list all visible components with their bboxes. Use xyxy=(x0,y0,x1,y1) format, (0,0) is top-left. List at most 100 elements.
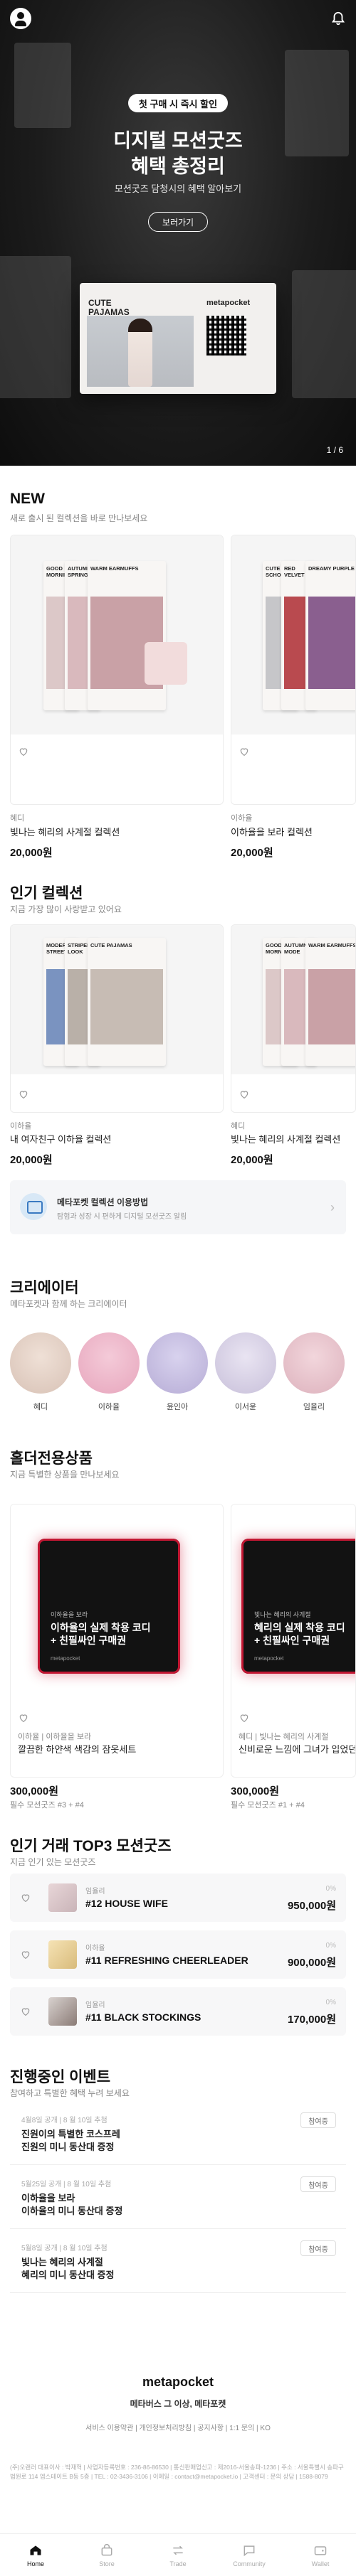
guide-title: 메타포켓 컬렉션 이용방법 xyxy=(57,1197,149,1207)
item-title[interactable]: 빛나는 혜리의 사계절 컬렉션 xyxy=(231,1132,340,1145)
item-creator: 이하율 xyxy=(10,1122,32,1131)
top3-price: 170,000원 xyxy=(287,2014,336,2026)
creator-name: 임율리 xyxy=(303,1403,325,1411)
tab-wallet[interactable]: Wallet xyxy=(292,2543,349,2567)
top3-row[interactable]: 임율리 #12 HOUSE WIFE 0% 950,000원 xyxy=(10,1874,346,1922)
heart-icon[interactable] xyxy=(239,746,250,757)
event-status-badge: 참여중 xyxy=(300,2112,336,2128)
item-price: 20,000원 xyxy=(231,847,273,859)
top3-creator: 임율리 xyxy=(85,2002,105,2009)
creator-avatar xyxy=(283,1332,345,1394)
event-date: 4월8일 공개 | 8 월 10일 추첨 xyxy=(21,2117,108,2125)
creator-item[interactable]: 이하율 xyxy=(78,1332,140,1412)
item-creator: 혜디 xyxy=(231,1122,246,1131)
creator-item[interactable]: 이서윤 xyxy=(215,1332,276,1412)
usage-guide-banner[interactable]: 메타포켓 컬렉션 이용방법 탐험과 성장 시 편하게 디지털 모션굿즈 알림 › xyxy=(10,1180,346,1234)
footer: metapocket 메타버스 그 이상, 메타포켓 서비스 이용약관 | 개인… xyxy=(0,2346,356,2524)
item-price: 20,000원 xyxy=(231,1154,273,1166)
creator-avatar xyxy=(147,1332,208,1394)
section-subtitle-popular: 지금 가장 많이 사랑받고 있어요 xyxy=(10,904,122,914)
tab-community[interactable]: Community xyxy=(221,2543,278,2567)
event-date: 5월25일 공개 | 8 월 10일 추첨 xyxy=(21,2181,112,2188)
section-title-events: 진행중인 이벤트 xyxy=(10,2069,111,2085)
top3-change: 0% xyxy=(325,1885,336,1893)
creator-name: 이서윤 xyxy=(234,1403,257,1411)
top3-price: 900,000원 xyxy=(287,1957,336,1969)
section-title-top3: 인기 거래 TOP3 모션굿즈 xyxy=(10,1838,172,1854)
event-title: 진원이의 특별한 코스프레 진원의 미니 동산대 증정 xyxy=(21,2129,120,2152)
collection-card-image: CUTE SCHOOL RED VELVET DREAMY PURPLE xyxy=(231,535,355,734)
hero-bg-card xyxy=(292,270,356,398)
creator-name: 이하율 xyxy=(98,1403,120,1411)
section-subtitle-events: 참여하고 특별한 혜택 누려 보세요 xyxy=(10,2088,130,2098)
guide-icon xyxy=(20,1193,47,1220)
section-subtitle-top3: 지금 인기 있는 모션굿즈 xyxy=(10,1857,96,1867)
hero-pager: 1 / 6 xyxy=(326,445,343,455)
goods-card[interactable]: 이하율을 보라 이하율의 실제 착용 코디 + 친필싸인 구매권 metapock… xyxy=(10,1504,224,1778)
event-row[interactable]: 5월8일 공개 | 8 월 10일 추첨 빛나는 혜리의 사계절 혜리의 미니 동… xyxy=(10,2236,346,2293)
item-creator: 이하율 | 이하율을 보라 xyxy=(18,1733,92,1741)
top3-creator: 임율리 xyxy=(85,1888,105,1896)
heart-icon[interactable] xyxy=(18,1712,29,1723)
top3-name: #11 BLACK STOCKINGS xyxy=(85,2011,201,2023)
footer-links[interactable]: 서비스 이용약관 | 개인정보처리방침 | 공지사항 | 1:1 문의 | KO xyxy=(0,2422,356,2432)
trade-icon xyxy=(171,2543,185,2558)
top3-row[interactable]: 임율리 #11 BLACK STOCKINGS 0% 170,000원 xyxy=(10,1987,346,2036)
tab-store[interactable]: Store xyxy=(78,2543,135,2567)
goods-banner: 이하율을 보라 이하율의 실제 착용 코디 + 친필싸인 구매권 metapock… xyxy=(38,1539,180,1674)
collection-card[interactable]: CUTE SCHOOL RED VELVET DREAMY PURPLE xyxy=(231,535,356,805)
creator-item[interactable]: 임율리 xyxy=(283,1332,345,1412)
profile-icon[interactable] xyxy=(10,8,31,29)
item-creator: 이하율 xyxy=(231,814,253,823)
top3-row[interactable]: 이하율 #11 REFRESHING CHEERLEADER 0% 900,00… xyxy=(10,1930,346,1979)
heart-icon[interactable] xyxy=(20,1892,31,1903)
qr-code-icon xyxy=(206,316,246,356)
tab-trade[interactable]: Trade xyxy=(150,2543,206,2567)
heart-icon[interactable] xyxy=(20,1949,31,1960)
heart-icon[interactable] xyxy=(18,746,29,757)
footer-company-info: (주)오랜러 대표이사 : 박재혁 | 사업자등록번호 : 236-86-865… xyxy=(10,2464,344,2480)
mini-card: CUTE PAJAMAS xyxy=(88,938,166,1066)
hero-title-line: 디지털 모션굿즈 xyxy=(113,130,243,151)
ticket-photo xyxy=(87,316,194,387)
creator-name: 윤인아 xyxy=(166,1403,189,1411)
hero-cta-button[interactable]: 보러가기 xyxy=(148,212,208,232)
creator-avatar xyxy=(215,1332,276,1394)
heart-icon[interactable] xyxy=(239,1712,250,1723)
store-icon xyxy=(100,2543,114,2558)
tab-home[interactable]: Home xyxy=(7,2543,64,2567)
item-creator: 혜디 xyxy=(10,814,25,823)
ticket-brand: metapocket xyxy=(206,299,251,307)
collection-card[interactable]: GOOD MORNING AUTUMN SPRING WARM EARMUFFS xyxy=(10,535,224,805)
item-price: 20,000원 xyxy=(10,1154,53,1166)
hero-title: 디지털 모션굿즈 혜택 총정리 xyxy=(0,128,356,179)
item-title[interactable]: 내 여자친구 이하율 컬렉션 xyxy=(10,1132,111,1145)
goods-card[interactable]: 빛나는 혜리의 사계절 혜리의 실제 착용 코디 + 친필싸인 구매권 metap… xyxy=(231,1504,356,1778)
heart-icon[interactable] xyxy=(18,1089,29,1100)
section-title-goods: 홀더전용상품 xyxy=(10,1450,93,1467)
item-price: 20,000원 xyxy=(10,847,53,859)
creator-item[interactable]: 혜디 xyxy=(10,1332,71,1412)
goods-banner: 빛나는 혜리의 사계절 혜리의 실제 착용 코디 + 친필싸인 구매권 metap… xyxy=(241,1539,355,1674)
section-subtitle-creators: 메타포켓과 함께 하는 크리에이터 xyxy=(10,1299,127,1309)
top3-change: 0% xyxy=(325,1999,336,2006)
event-row[interactable]: 4월8일 공개 | 8 월 10일 추첨 진원이의 특별한 코스프레 진원의 미니… xyxy=(10,2108,346,2165)
footer-tagline: 메타버스 그 이상, 메타포켓 xyxy=(130,2399,226,2409)
heart-icon[interactable] xyxy=(239,1089,250,1100)
event-status-badge: 참여중 xyxy=(300,2240,336,2256)
event-status-badge: 참여중 xyxy=(300,2176,336,2192)
creator-item[interactable]: 윤인아 xyxy=(147,1332,208,1412)
creator-avatar xyxy=(10,1332,71,1394)
bottom-tab-bar: Home Store Trade Community Wallet xyxy=(0,2533,356,2576)
event-row[interactable]: 5월25일 공개 | 8 월 10일 추첨 이하율을 보라 이하율의 미니 동산대… xyxy=(10,2172,346,2229)
heart-icon[interactable] xyxy=(20,2006,31,2017)
gift-box-icon xyxy=(145,642,187,685)
hero-banner[interactable]: 첫 구매 시 즉시 할인 디지털 모션굿즈 혜택 총정리 모션굿즈 담청시의 혜… xyxy=(0,0,356,466)
bell-icon[interactable] xyxy=(330,11,346,26)
collection-card[interactable]: GOOD MORNING AUTUMN MODE WARM EARMUFFS xyxy=(231,924,356,1113)
item-title[interactable]: 빛나는 혜리의 사계절 컬렉션 xyxy=(10,825,120,838)
ticket-model xyxy=(128,319,152,387)
goods-image: 이하율을 보라 이하율의 실제 착용 코디 + 친필싸인 구매권 metapock… xyxy=(11,1505,223,1704)
collection-card[interactable]: MODERN STREET STRIPED LOOK CUTE PAJAMAS xyxy=(10,924,224,1113)
item-title[interactable]: 이하율을 보라 컬렉션 xyxy=(231,825,313,838)
